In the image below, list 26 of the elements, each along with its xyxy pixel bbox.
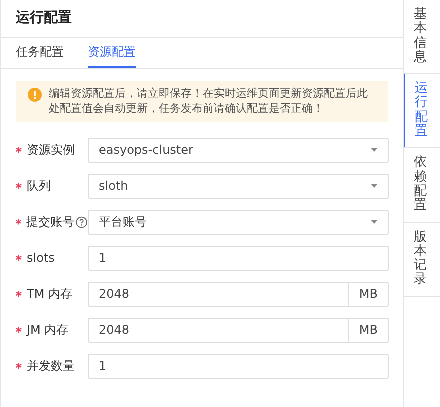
input-field[interactable]: 1 [88,354,389,378]
input-field[interactable]: 2048 [88,318,350,342]
help-icon[interactable] [76,216,88,228]
caret-icon [371,148,378,152]
tab[interactable]: 任务配置 [16,38,64,68]
select-field[interactable]: 平台账号 [88,210,389,234]
unit-label: MB [349,318,389,342]
input-field[interactable]: 1 [88,246,389,270]
panel-title: 运行配置 [1,0,403,38]
field-label: 提交账号 [26,214,74,231]
field-label: slots [27,250,55,267]
field-label: 队列 [27,178,51,195]
field-label: 资源实例 [27,142,75,159]
select-field[interactable]: sloth [88,174,389,198]
alert-message: 编辑资源配置后，请立即保存！在实时运维页面更新资源配置后此处配置值会自动更新，任务发布前请确认配置是否正确！ [49,87,368,115]
field-label: TM 内存 [27,286,72,303]
caret-icon [371,184,378,188]
warning-icon [28,88,42,102]
field-label: 并发数量 [27,358,75,375]
select-field[interactable]: easyops-cluster [88,138,389,162]
caret-icon [371,220,378,224]
input-field[interactable]: 2048 [88,282,350,306]
unit-label: MB [349,282,389,306]
field-label: JM 内存 [27,322,69,339]
side-tab[interactable]: 运行配置 [404,74,440,148]
tab[interactable]: 资源配置 [88,38,136,68]
